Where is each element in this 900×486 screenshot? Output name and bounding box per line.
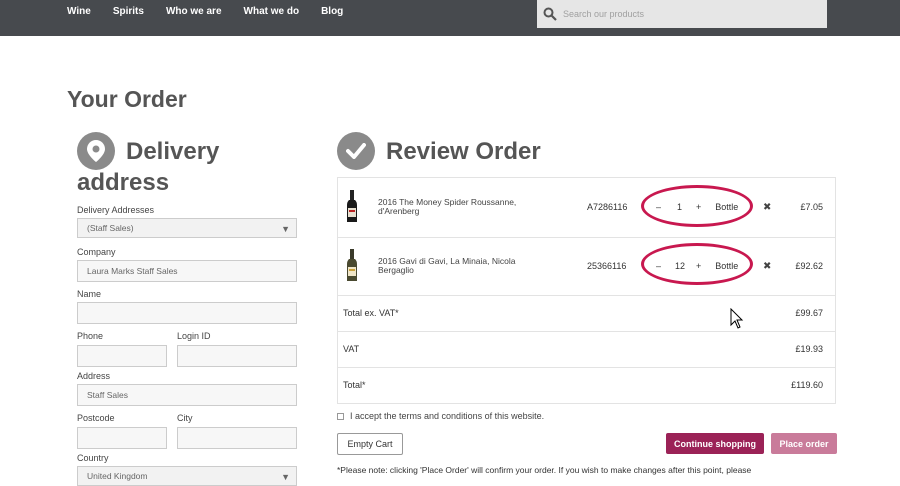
location-pin-icon xyxy=(77,132,115,170)
nav-blog[interactable]: Blog xyxy=(321,6,343,17)
row-divider xyxy=(338,295,835,296)
total-value: £119.60 xyxy=(791,380,823,390)
mouse-cursor-icon xyxy=(730,308,744,329)
nav-what-we-do[interactable]: What we do xyxy=(244,6,300,17)
address-field[interactable]: Staff Sales xyxy=(77,384,297,406)
search-box xyxy=(537,0,827,28)
nav-who-we-are[interactable]: Who we are xyxy=(166,6,222,17)
review-order-title: Review Order xyxy=(386,138,541,165)
place-order-button[interactable]: Place order xyxy=(771,433,837,454)
product-sku-2: 25366116 xyxy=(587,261,627,271)
postcode-label: Postcode xyxy=(77,413,115,423)
main-nav: Wine Spirits Who we are What we do Blog xyxy=(67,6,365,17)
company-label: Company xyxy=(77,247,116,257)
address-label: Address xyxy=(77,371,111,381)
delivery-addresses-value: (Staff Sales) xyxy=(87,223,134,233)
item-price-1: £7.05 xyxy=(800,202,823,212)
row-divider xyxy=(338,237,835,238)
country-select[interactable]: United Kingdom ▼ xyxy=(77,466,297,486)
phone-label: Phone xyxy=(77,331,104,341)
wine-bottle-icon xyxy=(347,249,357,281)
product-name-2[interactable]: 2016 Gavi di Gavi, La Minaia, Nicola Ber… xyxy=(378,257,578,275)
country-label: Country xyxy=(77,453,109,463)
terms-row: I accept the terms and conditions of thi… xyxy=(337,411,544,421)
phone-field[interactable] xyxy=(77,345,167,367)
row-divider xyxy=(338,331,835,332)
highlight-ellipse xyxy=(641,185,753,227)
item-price-2: £92.62 xyxy=(795,261,823,271)
total-label: Total* xyxy=(343,380,366,390)
login-id-label: Login ID xyxy=(177,331,211,341)
search-icon[interactable] xyxy=(537,0,563,28)
continue-shopping-button[interactable]: Continue shopping xyxy=(666,433,764,454)
delivery-title-line1: Delivery xyxy=(126,138,220,165)
checkmark-icon xyxy=(337,132,375,170)
product-name-1[interactable]: 2016 The Money Spider Roussanne, d'Arenb… xyxy=(378,198,578,216)
terms-checkbox[interactable] xyxy=(337,412,344,420)
product-name-1-line2: d'Arenberg xyxy=(378,206,420,216)
city-label: City xyxy=(177,413,193,423)
delivery-addresses-label: Delivery Addresses xyxy=(77,205,155,215)
postcode-field[interactable] xyxy=(77,427,167,449)
login-id-field[interactable] xyxy=(177,345,297,367)
terms-label: I accept the terms and conditions of thi… xyxy=(350,411,545,421)
vat-value: £19.93 xyxy=(795,344,823,354)
product-sku-1: A7286116 xyxy=(587,202,628,212)
delivery-title-line2: address xyxy=(77,169,170,196)
product-name-2-line2: Bergaglio xyxy=(378,265,414,275)
address-value: Staff Sales xyxy=(87,390,128,400)
company-field[interactable]: Laura Marks Staff Sales xyxy=(77,260,297,282)
total-ex-vat-value: £99.67 xyxy=(795,308,823,318)
company-value: Laura Marks Staff Sales xyxy=(87,266,178,276)
name-label: Name xyxy=(77,289,102,299)
nav-spirits[interactable]: Spirits xyxy=(113,6,144,17)
city-field[interactable] xyxy=(177,427,297,449)
highlight-ellipse xyxy=(641,243,753,285)
nav-wine[interactable]: Wine xyxy=(67,6,91,17)
name-field[interactable] xyxy=(77,302,297,324)
vat-label: VAT xyxy=(343,344,360,354)
empty-cart-button[interactable]: Empty Cart xyxy=(337,433,403,455)
caret-down-icon: ▼ xyxy=(281,224,290,234)
total-ex-vat-label: Total ex. VAT* xyxy=(343,308,399,318)
caret-down-icon: ▼ xyxy=(281,472,290,482)
top-nav-bar: Wine Spirits Who we are What we do Blog xyxy=(0,0,900,36)
row-divider xyxy=(338,367,835,368)
search-input[interactable] xyxy=(563,9,813,19)
review-order-table: 2016 The Money Spider Roussanne, d'Arenb… xyxy=(337,177,836,404)
wine-bottle-icon xyxy=(347,190,357,222)
order-note: *Please note: clicking 'Place Order' wil… xyxy=(337,465,752,475)
page-title: Your Order xyxy=(67,86,187,112)
delivery-addresses-select[interactable]: (Staff Sales) ▼ xyxy=(77,218,297,238)
